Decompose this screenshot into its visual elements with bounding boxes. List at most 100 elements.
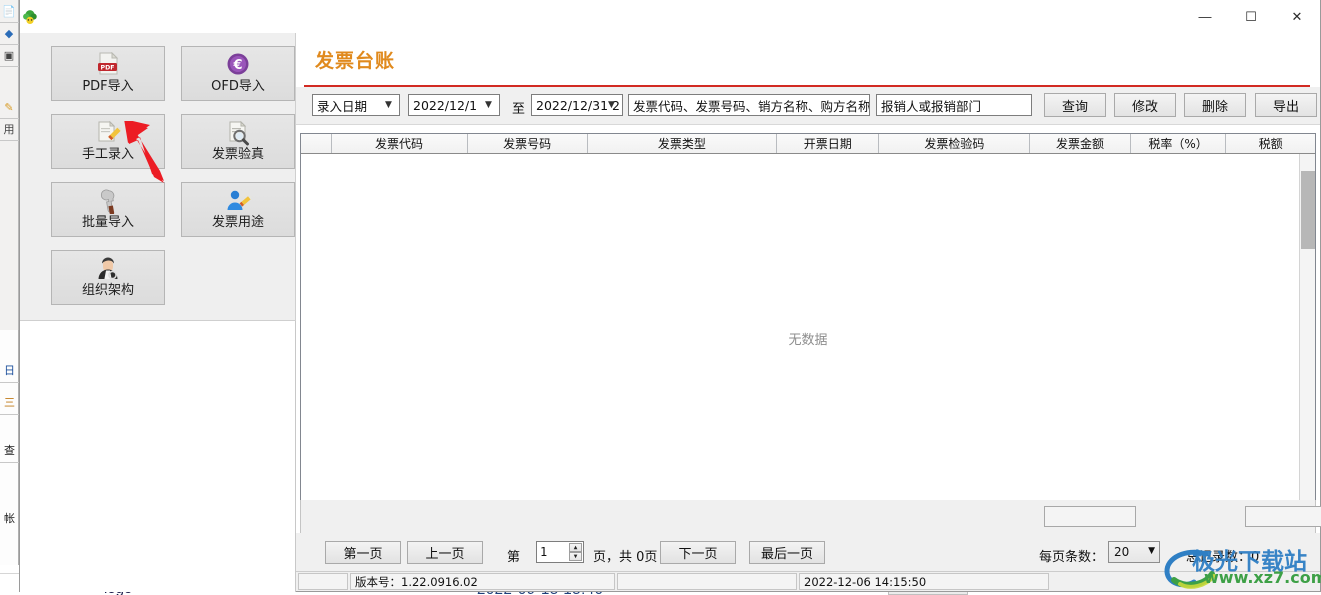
col-amount[interactable]: 发票金额 xyxy=(1030,134,1131,153)
import-tools-grid: PDF PDF导入 € OFD导入 手工录入 发票验真 批量导入 发票用途 组织… xyxy=(51,46,295,305)
invoice-table: 发票代码 发票号码 发票类型 开票日期 发票检验码 发票金额 税率（%） 税额 … xyxy=(300,133,1316,511)
page-number-input[interactable]: 1 ▲ ▼ xyxy=(536,541,584,563)
date-from-value: 2022/12/1 xyxy=(413,97,478,113)
date-field-select[interactable]: 录入日期 ▼ xyxy=(312,94,400,116)
pdf-import-button[interactable]: PDF PDF导入 xyxy=(51,46,165,101)
document-pencil-icon xyxy=(93,119,123,147)
reimburser-input[interactable]: 报销人或报销部门 xyxy=(876,94,1032,116)
bg-list-row-3: 查 xyxy=(4,445,15,457)
table-body: 无数据 xyxy=(301,154,1315,510)
background-window-left-list: 日 三 查 帐 xyxy=(0,330,19,565)
background-window-left-toolbar: 📄 ◆ ▣ ✎ 用 xyxy=(0,0,19,330)
user-pencil-icon xyxy=(223,187,253,215)
keyword-input[interactable]: 发票代码、发票号码、销方名称、购方名称、 xyxy=(628,94,870,116)
screen: 📄 ◆ ▣ ✎ 用 日 三 查 帐 logo + 2022-09-15 15:4… xyxy=(0,0,1321,595)
delete-button[interactable]: 删除 xyxy=(1184,93,1246,117)
invoice-verify-label: 发票验真 xyxy=(211,147,264,162)
invoice-verify-button[interactable]: 发票验真 xyxy=(181,114,295,169)
date-to-select[interactable]: 2022/12/31 2 ▼ xyxy=(531,94,623,116)
chevron-down-icon: ▼ xyxy=(608,100,615,110)
bg-icon-3: ▣ xyxy=(3,50,15,62)
table-vertical-scrollbar[interactable] xyxy=(1299,154,1315,510)
status-cell-blank-1 xyxy=(298,573,348,590)
keyword-value: 发票代码、发票号码、销方名称、购方名称、 xyxy=(633,98,870,114)
pdf-file-icon: PDF xyxy=(93,51,123,79)
col-invoice-type[interactable]: 发票类型 xyxy=(587,134,777,153)
org-structure-button[interactable]: 组织架构 xyxy=(51,250,165,305)
window-controls: — ☐ ✕ xyxy=(1182,0,1320,33)
invoice-ledger-window: — ☐ ✕ PDF PDF导入 € OFD导入 手工录入 发票验真 批量导入 发… xyxy=(19,0,1321,592)
left-empty-area xyxy=(20,321,296,592)
query-button[interactable]: 查询 xyxy=(1044,93,1106,117)
ofd-import-button[interactable]: € OFD导入 xyxy=(181,46,295,101)
bg-icon-4: ✎ xyxy=(4,102,14,114)
euro-coin-icon: € xyxy=(224,51,252,79)
per-page-select[interactable]: 20 ▼ xyxy=(1108,541,1160,563)
ledger-content: 发票台账 录入日期 ▼ 2022/12/1 ▼ 至 2022/12/31 2 ▼ xyxy=(296,33,1321,591)
first-page-button[interactable]: 第一页 xyxy=(325,541,401,564)
bg-list-row-2: 三 xyxy=(4,397,15,409)
bg-icon-1: 📄 xyxy=(2,6,16,18)
svg-text:PDF: PDF xyxy=(101,65,115,72)
export-button[interactable]: 导出 xyxy=(1255,93,1317,117)
total-records-label: 总记录数：0 xyxy=(1186,550,1260,565)
import-tools-panel: PDF PDF导入 € OFD导入 手工录入 发票验真 批量导入 发票用途 组织… xyxy=(20,33,296,321)
org-structure-label: 组织架构 xyxy=(81,283,134,298)
col-invoice-code[interactable]: 发票代码 xyxy=(331,134,468,153)
page-stepper[interactable]: ▲ ▼ xyxy=(569,543,582,561)
page-total-label: 页，共 0页 xyxy=(593,550,658,565)
date-from-select[interactable]: 2022/12/1 ▼ xyxy=(408,94,500,116)
person-badge-icon xyxy=(93,255,123,283)
status-cell-blank-2 xyxy=(617,573,797,590)
col-check-code[interactable]: 发票检验码 xyxy=(879,134,1031,153)
last-page-button[interactable]: 最后一页 xyxy=(749,541,825,564)
status-bar: 版本号：1.22.0916.02 2022-12-06 14:15:50 xyxy=(296,571,1320,591)
page-number-value: 1 xyxy=(540,545,548,559)
document-magnifier-icon xyxy=(223,119,253,147)
batch-import-label: 批量导入 xyxy=(81,215,134,230)
app-logo-icon xyxy=(20,7,40,27)
per-page-value: 20 xyxy=(1114,545,1130,559)
bg-icon-2: ◆ xyxy=(4,28,14,40)
stepper-up-icon[interactable]: ▲ xyxy=(569,543,582,552)
filter-toolbar: 录入日期 ▼ 2022/12/1 ▼ 至 2022/12/31 2 ▼ 发票代码… xyxy=(296,87,1320,125)
status-filler xyxy=(1051,573,1320,590)
reimburser-placeholder: 报销人或报销部门 xyxy=(881,98,982,114)
between-label: 至 xyxy=(512,102,526,117)
bg-icon-5: 用 xyxy=(3,124,15,136)
page-prefix-label: 第 xyxy=(507,550,521,565)
wrench-icon xyxy=(93,187,123,215)
invoice-usage-button[interactable]: 发票用途 xyxy=(181,182,295,237)
status-version: 版本号：1.22.0916.02 xyxy=(350,573,615,590)
chevron-down-icon: ▼ xyxy=(1148,546,1155,556)
stepper-down-icon[interactable]: ▼ xyxy=(569,552,582,561)
col-tax-amount[interactable]: 税额 xyxy=(1226,134,1315,153)
col-select[interactable] xyxy=(301,134,332,153)
manual-entry-label: 手工录入 xyxy=(81,147,134,162)
pagination-bar: 第一页 上一页 第 1 ▲ ▼ 页，共 0页 下一页 最后一页 每页条数： 20… xyxy=(296,533,1320,571)
date-field-value: 录入日期 xyxy=(317,98,368,114)
col-tax-rate[interactable]: 税率（%） xyxy=(1130,134,1227,153)
chevron-down-icon: ▼ xyxy=(385,100,392,110)
ofd-import-label: OFD导入 xyxy=(211,79,265,94)
bg-list-row-4: 帐 xyxy=(4,513,15,525)
modify-button[interactable]: 修改 xyxy=(1114,93,1176,117)
empty-state-text: 无数据 xyxy=(788,333,828,348)
status-datetime: 2022-12-06 14:15:50 xyxy=(799,573,1049,590)
col-issue-date[interactable]: 开票日期 xyxy=(776,134,880,153)
summary-tax-box xyxy=(1245,506,1321,527)
close-button[interactable]: ✕ xyxy=(1274,0,1320,33)
next-page-button[interactable]: 下一页 xyxy=(660,541,736,564)
batch-import-button[interactable]: 批量导入 xyxy=(51,182,165,237)
invoice-usage-label: 发票用途 xyxy=(211,215,264,230)
table-vertical-scroll-thumb[interactable] xyxy=(1301,171,1315,249)
svg-text:€: € xyxy=(232,58,242,73)
window-titlebar[interactable]: — ☐ ✕ xyxy=(20,0,1320,33)
maximize-button[interactable]: ☐ xyxy=(1228,0,1274,33)
col-invoice-no[interactable]: 发票号码 xyxy=(467,134,588,153)
manual-entry-button[interactable]: 手工录入 xyxy=(51,114,165,169)
pdf-import-label: PDF导入 xyxy=(82,79,134,94)
per-page-label: 每页条数： xyxy=(1039,550,1105,565)
minimize-button[interactable]: — xyxy=(1182,0,1228,33)
prev-page-button[interactable]: 上一页 xyxy=(407,541,483,564)
